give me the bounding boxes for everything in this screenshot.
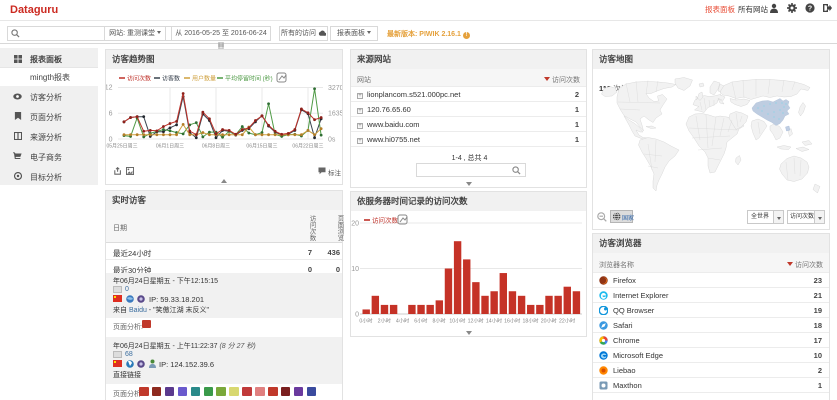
svg-text:05月25日周三: 05月25日周三 <box>107 143 138 149</box>
svg-text:06月22日周三: 06月22日周三 <box>292 143 323 149</box>
svg-text:16小时: 16小时 <box>504 317 520 325</box>
svg-text:6小时: 6小时 <box>414 317 427 325</box>
svg-text:06月1日周三: 06月1日周三 <box>156 143 184 149</box>
svg-text:0小时: 0小时 <box>359 317 372 325</box>
svg-text:10: 10 <box>351 266 359 273</box>
svg-text:?: ? <box>808 6 812 13</box>
svg-text:访问次数: 访问次数 <box>127 74 151 82</box>
svg-text:8小时: 8小时 <box>432 317 445 325</box>
svg-text:4小时: 4小时 <box>396 317 409 325</box>
svg-text:3270s: 3270s <box>328 85 342 92</box>
svg-text:1635s: 1635s <box>328 110 342 117</box>
svg-text:06月8日周三: 06月8日周三 <box>202 143 230 149</box>
svg-text:20: 20 <box>351 221 359 228</box>
svg-text:0: 0 <box>355 312 359 319</box>
svg-text:06月15日周三: 06月15日周三 <box>246 143 277 149</box>
svg-text:用户数量: 用户数量 <box>192 74 216 82</box>
svg-text:2小时: 2小时 <box>378 317 391 325</box>
svg-text:10小时: 10小时 <box>449 317 465 325</box>
svg-text:0s: 0s <box>328 136 336 143</box>
svg-text:访问次数: 访问次数 <box>372 216 399 225</box>
svg-text:访客数: 访客数 <box>162 74 180 82</box>
svg-text:12: 12 <box>106 84 113 91</box>
svg-text:18小时: 18小时 <box>522 317 538 325</box>
svg-text:22小时: 22小时 <box>559 317 575 325</box>
svg-text:0: 0 <box>109 136 113 143</box>
svg-text:20小时: 20小时 <box>541 317 557 325</box>
svg-text:6: 6 <box>109 110 113 117</box>
svg-text:14小时: 14小时 <box>486 317 502 325</box>
svg-text:12小时: 12小时 <box>468 317 484 325</box>
svg-text:平均停留时间 (秒): 平均停留时间 (秒) <box>225 74 273 82</box>
